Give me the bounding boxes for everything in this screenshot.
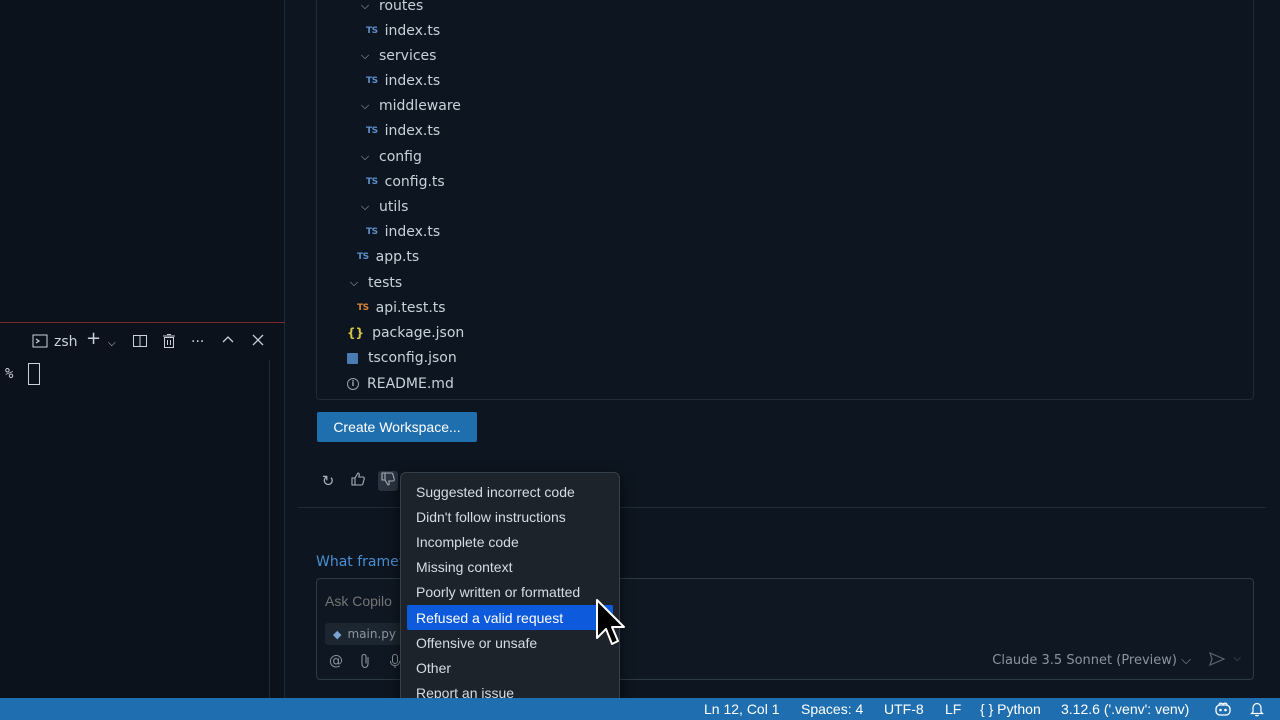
tree-item-label: README.md — [367, 376, 454, 392]
file-tree: ⌵ routes TS index.ts ⌵ services TS index… — [316, 0, 1254, 400]
chevron-down-icon: ⌵ — [360, 200, 370, 213]
tree-item-label: index.ts — [384, 123, 441, 139]
split-terminal-icon[interactable] — [132, 333, 148, 354]
typescript-test-icon: TS — [357, 303, 369, 313]
config-file-icon — [347, 352, 358, 364]
tree-item-label: app.ts — [375, 249, 420, 265]
tree-folder-row[interactable]: ⌵ services — [359, 45, 437, 67]
copilot-icon[interactable] — [1214, 701, 1232, 720]
tree-file-row[interactable]: TS config.ts — [366, 171, 445, 193]
chevron-down-icon[interactable]: ⌵ — [108, 335, 116, 353]
braces-icon: { } — [980, 701, 994, 717]
python-interpreter[interactable]: 3.12.6 ('.venv': venv) — [1061, 701, 1189, 717]
chevron-down-icon: ⌵ — [360, 49, 370, 62]
thumbs-up-icon[interactable] — [348, 471, 368, 491]
maximize-panel-icon[interactable] — [221, 333, 235, 352]
terminal-cursor — [28, 363, 40, 385]
cursor-position[interactable]: Ln 12, Col 1 — [704, 701, 780, 717]
chevron-down-icon: ⌵ — [349, 276, 359, 289]
terminal-panel: zsh + ⌵ ··· % — [0, 0, 285, 698]
tree-file-row[interactable]: TS index.ts — [366, 70, 440, 92]
retry-icon[interactable]: ↻ — [318, 471, 338, 491]
new-terminal-icon[interactable]: + — [86, 330, 101, 348]
attached-file-chip[interactable]: ◆ main.py — [325, 623, 404, 645]
terminal-icon — [32, 333, 48, 354]
attached-file-label: main.py — [347, 627, 396, 641]
indentation-setting[interactable]: Spaces: 4 — [801, 701, 863, 717]
chevron-down-icon: ⌵ — [360, 99, 370, 112]
feedback-menu: Suggested incorrect code Didn't follow i… — [400, 472, 620, 710]
model-picker[interactable]: Claude 3.5 Sonnet (Preview) ⌵ — [992, 653, 1191, 668]
tree-item-label: api.test.ts — [375, 300, 446, 316]
tree-item-label: config — [379, 149, 422, 165]
model-picker-label: Claude 3.5 Sonnet (Preview) — [992, 653, 1177, 668]
tree-item-label: package.json — [372, 325, 465, 341]
followup-suggestion[interactable]: What framew — [316, 554, 406, 570]
menu-item-incorrect-code[interactable]: Suggested incorrect code — [401, 479, 619, 504]
menu-item-missing-context[interactable]: Missing context — [401, 555, 619, 580]
json-icon: {} — [347, 326, 365, 340]
tree-item-label: utils — [379, 199, 409, 215]
line-endings[interactable]: LF — [945, 701, 961, 717]
typescript-icon: TS — [366, 126, 378, 136]
tree-file-row[interactable]: TS index.ts — [366, 221, 440, 243]
more-actions-icon[interactable]: ··· — [191, 333, 204, 351]
tree-item-label: routes — [379, 0, 424, 14]
tree-file-row[interactable]: TS index.ts — [366, 120, 440, 142]
typescript-icon: TS — [366, 76, 378, 86]
send-icon[interactable] — [1209, 651, 1226, 670]
tree-item-label: services — [379, 48, 437, 64]
tree-item-label: index.ts — [384, 224, 441, 240]
tree-file-row[interactable]: TS api.test.ts — [357, 297, 446, 319]
thumbs-down-icon[interactable] — [378, 471, 398, 491]
tree-file-row[interactable]: TS app.ts — [357, 246, 419, 268]
menu-item-incomplete-code[interactable]: Incomplete code — [401, 529, 619, 554]
notifications-bell-icon[interactable] — [1250, 701, 1264, 720]
terminal-toolbar: zsh + ⌵ ··· — [0, 322, 285, 360]
chevron-down-icon: ⌵ — [1181, 653, 1191, 668]
tree-item-label: tests — [368, 275, 403, 291]
tree-folder-row[interactable]: ⌵ routes — [359, 0, 423, 17]
trash-icon[interactable] — [162, 333, 176, 354]
tree-item-label: tsconfig.json — [368, 350, 457, 366]
typescript-icon: TS — [366, 227, 378, 237]
terminal-shell-label[interactable]: zsh — [54, 333, 78, 351]
typescript-icon: TS — [357, 252, 369, 262]
mention-icon[interactable]: @ — [329, 653, 343, 669]
tree-item-label: index.ts — [384, 23, 441, 39]
status-bar: Ln 12, Col 1 Spaces: 4 UTF-8 LF { } Pyth… — [0, 698, 1280, 720]
chevron-down-icon[interactable]: ⌵ — [1233, 653, 1241, 664]
menu-item-offensive-or-unsafe[interactable]: Offensive or unsafe — [401, 630, 619, 655]
info-icon: i — [347, 378, 359, 390]
tree-file-row[interactable]: tsconfig.json — [347, 347, 457, 369]
tree-file-row[interactable]: i README.md — [347, 373, 454, 395]
tree-folder-row[interactable]: ⌵ config — [359, 146, 422, 168]
tree-folder-row[interactable]: ⌵ utils — [359, 196, 409, 218]
menu-item-poorly-written[interactable]: Poorly written or formatted — [401, 580, 619, 605]
menu-item-didnt-follow-instructions[interactable]: Didn't follow instructions — [401, 504, 619, 529]
language-label: Python — [997, 701, 1041, 717]
typescript-icon: TS — [366, 177, 378, 187]
tree-folder-row[interactable]: ⌵ middleware — [359, 95, 461, 117]
mouse-pointer-icon — [596, 599, 625, 645]
close-icon[interactable] — [251, 333, 265, 352]
menu-item-other[interactable]: Other — [401, 655, 619, 680]
tree-folder-row[interactable]: ⌵ tests — [348, 272, 402, 294]
menu-item-refused-valid-request[interactable]: Refused a valid request — [407, 604, 613, 631]
tree-item-label: config.ts — [384, 174, 445, 190]
chevron-down-icon: ⌵ — [360, 150, 370, 163]
tree-item-label: index.ts — [384, 73, 441, 89]
tree-file-row[interactable]: TS index.ts — [366, 20, 440, 42]
terminal-body[interactable]: % — [0, 360, 270, 698]
create-workspace-button[interactable]: Create Workspace... — [317, 412, 477, 442]
attach-icon[interactable] — [359, 653, 371, 673]
chevron-down-icon: ⌵ — [360, 0, 370, 12]
terminal-prompt: % — [5, 366, 14, 382]
typescript-icon: TS — [366, 26, 378, 36]
tree-file-row[interactable]: {} package.json — [347, 322, 464, 344]
file-encoding[interactable]: UTF-8 — [884, 701, 924, 717]
tree-item-label: middleware — [379, 98, 461, 114]
language-mode[interactable]: { } Python — [980, 701, 1041, 717]
python-file-icon: ◆ — [333, 627, 342, 641]
